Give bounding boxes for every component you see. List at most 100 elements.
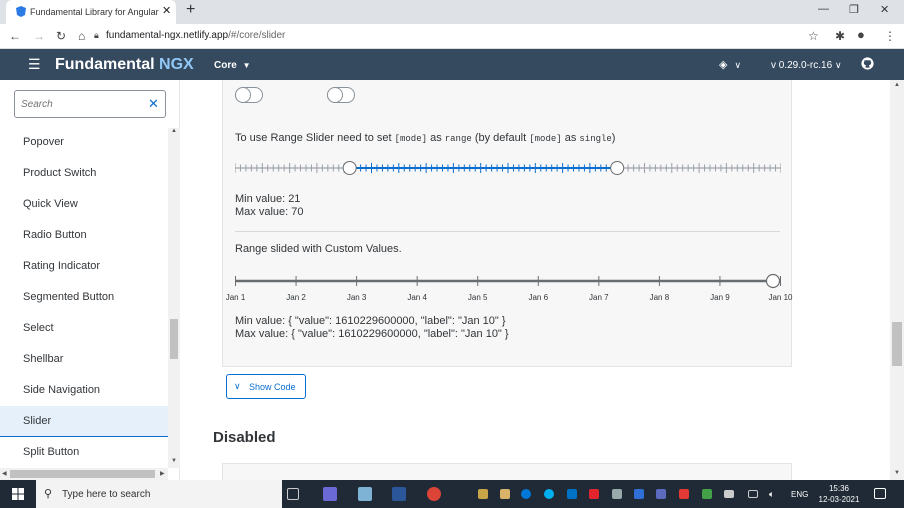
sidebar-horizontal-scroll-thumb[interactable] xyxy=(10,470,155,478)
system-clock[interactable]: 15:36 12-03-2021 xyxy=(815,483,863,505)
main-content: To use Range Slider need to set [mode] a… xyxy=(181,80,904,480)
description-text: ) xyxy=(611,132,616,144)
profile-icon[interactable]: ● xyxy=(857,27,865,42)
sidebar-item-product-switch[interactable]: Product Switch xyxy=(0,158,168,189)
section-title-disabled: Disabled xyxy=(213,429,276,446)
sidebar-item-quick-view[interactable]: Quick View xyxy=(0,189,168,220)
mail-icon[interactable] xyxy=(478,489,488,499)
extensions-icon[interactable]: ✱ xyxy=(835,29,845,43)
sidebar-item-popover[interactable]: Popover xyxy=(0,127,168,158)
scroll-left-arrow-icon[interactable]: ◀ xyxy=(2,470,7,477)
notification-icon[interactable] xyxy=(874,488,886,499)
taskbar-search-box[interactable]: ⚲ Type here to search xyxy=(36,480,282,508)
code-mode: [mode] xyxy=(394,134,428,144)
home-icon[interactable]: ⌂ xyxy=(78,29,85,43)
teams-icon[interactable] xyxy=(323,487,337,501)
code-range: range xyxy=(444,134,472,144)
app-icon[interactable] xyxy=(702,489,712,499)
range-min-value: Min value: 21 xyxy=(235,193,301,205)
brand-logo[interactable]: Fundamental NGX xyxy=(55,56,194,74)
sidebar-item-segmented-button[interactable]: Segmented Button xyxy=(0,282,168,313)
theme-switch-button[interactable]: ◈ ∨ xyxy=(719,58,741,71)
range-slider[interactable] xyxy=(234,158,782,178)
bookmark-star-icon[interactable]: ☆ xyxy=(808,29,819,43)
switch-toggle[interactable] xyxy=(327,87,355,103)
restore-icon[interactable]: ❐ xyxy=(849,3,859,16)
sidebar-item-split-button[interactable]: Split Button xyxy=(0,437,168,468)
search-input[interactable] xyxy=(21,97,139,111)
switch-toggle[interactable] xyxy=(235,87,263,103)
sidebar-item-side-navigation[interactable]: Side Navigation xyxy=(0,375,168,406)
page-scroll-thumb[interactable] xyxy=(892,322,902,366)
show-code-button[interactable]: ∨ Show Code xyxy=(226,374,306,399)
edge-icon[interactable] xyxy=(521,489,531,499)
file-explorer-icon[interactable] xyxy=(500,489,510,499)
page-vertical-scrollbar[interactable]: ▲ ▼ xyxy=(890,80,904,480)
sidebar-item-radio-button[interactable]: Radio Button xyxy=(0,220,168,251)
network-icon[interactable] xyxy=(748,490,758,498)
scroll-down-arrow-icon[interactable]: ▼ xyxy=(894,470,900,476)
browser-menu-icon[interactable]: ⋮ xyxy=(884,29,896,43)
version-menu[interactable]: v 0.29.0-rc.16 ∨ xyxy=(771,60,842,71)
forward-icon[interactable]: → xyxy=(33,29,45,43)
app-icon[interactable] xyxy=(589,489,599,499)
tab-close-icon[interactable]: ✕ xyxy=(162,4,171,17)
app-icon[interactable] xyxy=(612,489,622,499)
language-indicator[interactable]: ENG xyxy=(791,490,808,499)
scroll-up-arrow-icon[interactable]: ▲ xyxy=(171,128,177,134)
scroll-up-arrow-icon[interactable]: ▲ xyxy=(894,82,900,88)
sidebar-scroll-thumb[interactable] xyxy=(170,319,178,359)
app-icon[interactable] xyxy=(634,489,644,499)
battery-icon[interactable] xyxy=(724,490,734,498)
clock-time: 15:36 xyxy=(828,484,850,493)
app-icon[interactable] xyxy=(679,489,689,499)
custom-values-title: Range slided with Custom Values. xyxy=(235,243,402,255)
scroll-down-arrow-icon[interactable]: ▼ xyxy=(171,458,177,464)
sidebar-item-select[interactable]: Select xyxy=(0,313,168,344)
slider-handle-min[interactable] xyxy=(342,161,357,175)
custom-values-slider[interactable] xyxy=(235,271,781,291)
slider-tick-label: Jan 6 xyxy=(528,293,549,302)
range-slider-description: To use Range Slider need to set [mode] a… xyxy=(235,132,615,144)
sidebar-item-shellbar[interactable]: Shellbar xyxy=(0,344,168,375)
slider-tick-label: Jan 1 xyxy=(225,293,246,302)
url-field[interactable]: fundamental-ngx.netlify.app/#/core/slide… xyxy=(106,30,285,41)
slider-handle[interactable] xyxy=(765,273,781,289)
scroll-right-arrow-icon[interactable]: ▶ xyxy=(160,470,165,477)
brand-accent: NGX xyxy=(159,56,194,73)
clear-search-icon[interactable]: ✕ xyxy=(148,96,159,112)
show-code-label: Show Code xyxy=(249,382,296,392)
outlook-icon[interactable] xyxy=(567,489,577,499)
tab-title: Fundamental Library for Angular xyxy=(30,7,159,17)
notepad-icon[interactable] xyxy=(358,487,372,501)
windows-start-icon[interactable] xyxy=(12,488,24,500)
sidebar-vertical-scrollbar[interactable]: ▲ ▼ xyxy=(168,128,180,468)
description-text: as xyxy=(561,132,580,144)
minimize-icon[interactable]: — xyxy=(818,3,829,15)
app-icon[interactable] xyxy=(656,489,666,499)
search-box[interactable]: ✕ xyxy=(14,90,166,118)
windows-taskbar: ⚲ Type here to search 🔈︎ ENG 15:36 12-03… xyxy=(0,480,904,508)
back-icon[interactable]: ← xyxy=(9,29,21,43)
lock-icon[interactable]: 🔒︎ xyxy=(94,30,99,41)
task-view-icon[interactable] xyxy=(287,488,299,500)
url-host: fundamental-ngx.netlify.app xyxy=(106,30,229,41)
core-menu-button[interactable]: Core ▼ xyxy=(214,60,251,71)
slider-tick-label: Jan 4 xyxy=(407,293,427,302)
sidebar-item-rating-indicator[interactable]: Rating Indicator xyxy=(0,251,168,282)
word-icon[interactable] xyxy=(392,487,406,501)
slider-handle-max[interactable] xyxy=(610,161,625,175)
hamburger-menu-icon[interactable]: ☰ xyxy=(28,56,41,73)
reload-icon[interactable]: ↻ xyxy=(56,29,66,43)
window-close-icon[interactable]: ✕ xyxy=(880,3,889,16)
browser-tab[interactable]: Fundamental Library for Angular ✕ xyxy=(6,0,176,24)
github-icon[interactable] xyxy=(861,57,874,70)
custom-slider-track xyxy=(235,273,781,289)
skype-icon[interactable] xyxy=(544,489,554,499)
new-tab-button[interactable]: + xyxy=(186,1,195,19)
sidebar-item-slider[interactable]: Slider xyxy=(0,406,168,437)
version-label: v 0.29.0-rc.16 xyxy=(771,60,833,71)
chrome-icon[interactable] xyxy=(427,487,441,501)
url-path: /#/core/slider xyxy=(228,30,286,41)
volume-icon[interactable]: 🔈︎ xyxy=(769,489,774,500)
